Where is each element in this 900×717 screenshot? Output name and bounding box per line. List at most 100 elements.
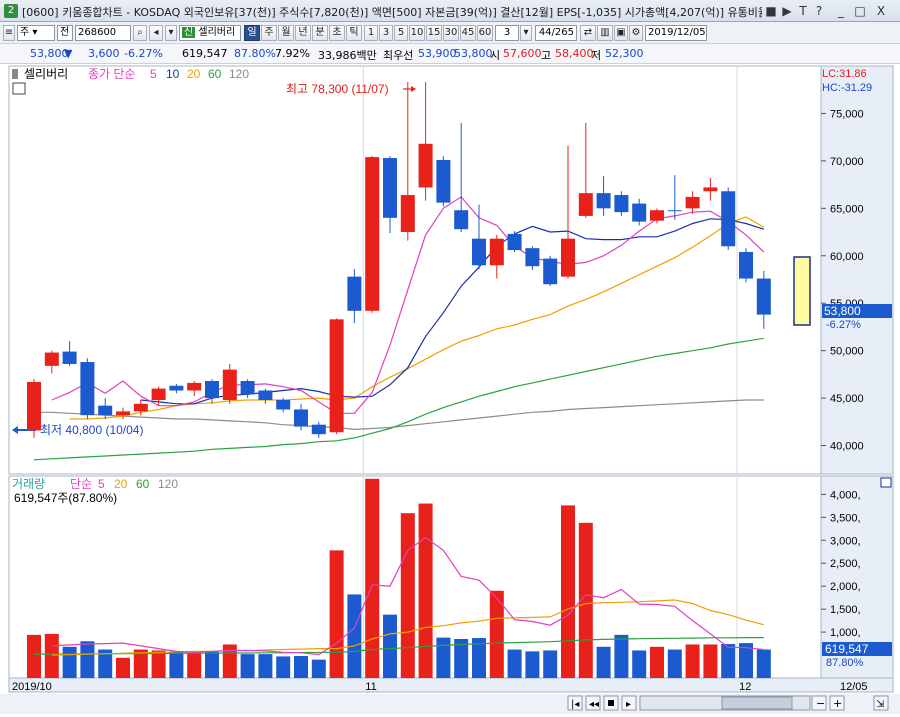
candle-body [703, 187, 718, 192]
candle-body [133, 403, 148, 412]
gear-icon[interactable]: ⚙ [629, 25, 643, 41]
candle-body [525, 248, 540, 267]
minute-30-button[interactable]: 30 [443, 25, 459, 41]
volume-bar [632, 650, 647, 678]
stock-name-field[interactable]: 신 셀리버리 [179, 25, 241, 41]
candle-body [454, 210, 469, 230]
legend-stock-name: 셀리버리 [24, 67, 68, 81]
candle-body [472, 238, 486, 266]
period-month-button[interactable]: 월 [278, 25, 294, 41]
volume-legend-ma120: 120 [158, 477, 178, 491]
minute-10-button[interactable]: 10 [409, 25, 425, 41]
table-icon[interactable] [12, 82, 26, 95]
help-icon[interactable]: ? [811, 3, 827, 19]
stock-name: 셀리버리 [198, 27, 236, 38]
volume-bar [169, 651, 184, 678]
stock-code-input[interactable]: 268600 [75, 25, 131, 41]
lock-icon[interactable]: ▣ [614, 25, 628, 41]
price-axis-bg [820, 65, 894, 475]
plus-icon: + [833, 697, 842, 710]
screen-lock-icon[interactable]: ■ [763, 3, 779, 19]
volume-bar [80, 641, 95, 678]
bid-price: 53,800 [454, 47, 493, 60]
search-icon[interactable]: ⌕ [133, 25, 147, 41]
quote-bar: 53,800 ▼ 3,600 -6.27% 619,547 87.80% 7.9… [0, 44, 900, 64]
period-week-button[interactable]: 주 [261, 25, 277, 41]
candle-body [80, 362, 95, 416]
chart-type-icon[interactable]: ▥ [597, 25, 613, 41]
candle-body [347, 276, 362, 311]
current-volume-pct: 87.80% [826, 657, 864, 669]
credit-badge: 신 [182, 27, 196, 38]
chart-area[interactable]: 40,00045,00050,00055,00060,00065,00070,0… [0, 64, 900, 714]
candle-body [632, 203, 647, 222]
legend-price-label: 종가 단순 [88, 67, 136, 81]
custom-period-input[interactable]: 3 [495, 25, 519, 41]
open-price: 57,600 [503, 47, 542, 60]
text-icon[interactable]: T [795, 3, 811, 19]
minute-60-button[interactable]: 60 [477, 25, 493, 41]
period-second-button[interactable]: 초 [329, 25, 345, 41]
volume-tick-label: 3,500, [830, 512, 861, 524]
current-price-label: 53,800 [824, 304, 861, 318]
close-button[interactable]: X [873, 3, 889, 19]
period-tick-button[interactable]: 틱 [346, 25, 362, 41]
period-year-button[interactable]: 년 [295, 25, 311, 41]
panel-collapse-icon[interactable] [880, 477, 892, 488]
date-input[interactable]: 2019/12/05 [645, 25, 707, 41]
candle-body [62, 351, 77, 364]
volume-bar [44, 633, 59, 678]
market-select[interactable]: 전 [57, 25, 73, 41]
ask-price: 53,900 [418, 47, 457, 60]
legend-ma60: 60 [208, 67, 222, 81]
minute-45-button[interactable]: 45 [460, 25, 476, 41]
open-label: 시 [490, 49, 501, 62]
app-number-badge: 2 [4, 4, 18, 18]
candle-body [721, 191, 736, 247]
minute-3-button[interactable]: 3 [379, 25, 393, 41]
period-minute-button[interactable]: 분 [312, 25, 328, 41]
volume-bar [62, 646, 77, 678]
period-select[interactable]: 주 ▾ [17, 25, 55, 41]
speaker-icon[interactable]: ◂ [149, 25, 163, 41]
volume-bar [27, 634, 41, 678]
candle-body [294, 409, 308, 427]
volume-bar [365, 478, 380, 678]
volume-legend-ma5: 5 [98, 477, 105, 491]
maximize-button[interactable]: □ [852, 3, 868, 19]
volume-bar [703, 644, 718, 678]
chevron-down-icon[interactable]: ▾ [520, 25, 532, 41]
volume-bar [756, 649, 771, 678]
candle-body [311, 424, 326, 435]
scrollbar-thumb[interactable] [721, 696, 793, 710]
minute-15-button[interactable]: 15 [426, 25, 442, 41]
volume-ratio: 87.80% [234, 47, 276, 60]
stop-icon [608, 700, 614, 706]
volume-tick-label: 1,500, [830, 604, 861, 616]
x-axis-end-label: 12/05 [840, 681, 868, 693]
candle-body [169, 385, 184, 391]
period-day-button[interactable]: 일 [244, 25, 260, 41]
candle-body [614, 195, 629, 213]
legend-ma5: 5 [150, 67, 157, 81]
volume-bar [667, 649, 682, 678]
volume-bar [116, 657, 130, 678]
layout-icon[interactable]: ≡ [3, 25, 15, 41]
current-price-marker [793, 256, 811, 326]
candle-body [222, 369, 237, 400]
volume-bar [383, 614, 397, 678]
play-icon[interactable]: ▶ [779, 3, 795, 19]
minute-5-button[interactable]: 5 [394, 25, 408, 41]
volume-bar [311, 659, 326, 678]
chevron-down-icon[interactable]: ▾ [165, 25, 177, 41]
stock-chart[interactable]: 40,00045,00050,00055,00060,00065,00070,0… [0, 64, 900, 714]
volume-bar [650, 646, 664, 678]
down-arrow-icon: ▼ [64, 47, 73, 60]
main-toolbar: ≡ 주 ▾ 전 268600 ⌕ ◂ ▾ 신 셀리버리 일 주 월 년 분 초 … [0, 22, 900, 61]
minute-1-button[interactable]: 1 [364, 25, 378, 41]
scroll-icon[interactable]: ⇄ [580, 25, 596, 41]
price-tick-label: 60,000 [830, 251, 864, 263]
minimize-button[interactable]: _ [833, 3, 849, 19]
candle-body [756, 278, 771, 315]
legend-handle[interactable] [12, 69, 18, 79]
